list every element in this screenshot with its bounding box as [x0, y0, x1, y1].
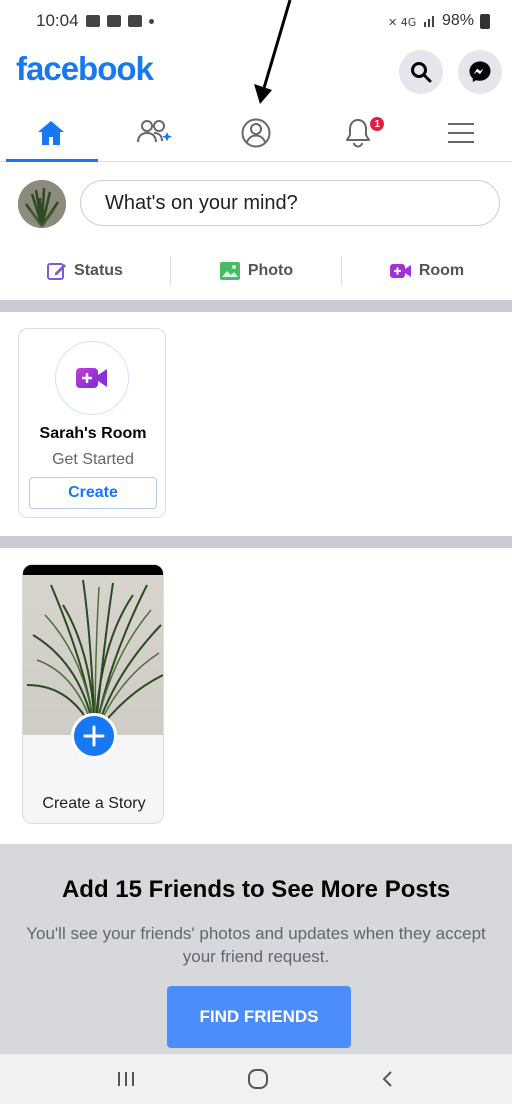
post-composer: What's on your mind?	[0, 172, 512, 238]
add-friends-promo: Add 15 Friends to See More Posts You'll …	[0, 844, 512, 1054]
header: facebook	[0, 44, 512, 100]
profile-icon	[241, 118, 271, 147]
messenger-icon	[469, 61, 491, 82]
plus-icon	[83, 725, 105, 747]
battery-icon	[480, 13, 490, 29]
svg-text:✕ 4G: ✕ 4G	[388, 16, 416, 28]
tab-friends[interactable]	[102, 104, 204, 161]
facebook-logo[interactable]: facebook	[16, 50, 154, 88]
home-nav-icon[interactable]	[246, 1067, 270, 1091]
plant-photo-image	[23, 565, 163, 736]
more-notifications-icon	[148, 18, 154, 24]
plant-avatar-image	[18, 180, 66, 228]
create-story-card[interactable]: Create a Story	[22, 564, 164, 824]
story-photo	[23, 565, 163, 736]
battery-percent: 98%	[441, 12, 474, 29]
messenger-button[interactable]	[458, 50, 502, 94]
edit-status-icon	[47, 263, 67, 280]
tab-menu[interactable]	[410, 104, 512, 161]
tab-home[interactable]	[0, 104, 102, 162]
signal-icon: ✕ 4G	[388, 16, 434, 28]
tab-notifications[interactable]: 1	[307, 104, 409, 161]
promo-title: Add 15 Friends to See More Posts	[61, 876, 451, 903]
recent-apps-icon[interactable]	[114, 1069, 138, 1089]
section-divider	[0, 536, 512, 548]
room-subtitle: Get Started	[52, 451, 134, 468]
system-nav-bar	[0, 1054, 512, 1104]
avatar[interactable]	[18, 180, 66, 228]
promo-description: You'll see your friends' photos and upda…	[26, 924, 486, 966]
status-button[interactable]: Status	[0, 261, 170, 281]
room-icon-circle	[55, 341, 129, 415]
whats-on-your-mind-input[interactable]: What's on your mind?	[80, 180, 500, 226]
create-story-label: Create a Story	[42, 795, 146, 812]
status-time: 10:04	[36, 11, 79, 30]
room-card[interactable]: Sarah's Room Get Started Create	[18, 328, 166, 518]
tab-profile[interactable]	[205, 104, 307, 161]
image-notification-icon	[127, 15, 142, 27]
back-icon[interactable]	[378, 1069, 398, 1089]
home-icon	[38, 120, 65, 145]
notification-badge: 1	[369, 116, 386, 132]
create-room-button[interactable]: Create	[29, 477, 157, 509]
menu-icon	[447, 122, 474, 143]
photo-button[interactable]: Photo	[171, 261, 341, 281]
section-divider	[0, 300, 512, 312]
friends-icon	[136, 119, 172, 142]
room-title: Sarah's Room	[39, 425, 147, 442]
main-tab-bar: 1	[0, 104, 512, 162]
room-button[interactable]: Room	[342, 262, 512, 280]
search-button[interactable]	[399, 50, 443, 94]
video-room-icon	[76, 368, 107, 388]
message-notification-icon	[85, 15, 100, 27]
video-room-icon	[389, 264, 411, 278]
photo-icon	[219, 262, 240, 280]
composer-actions: Status Photo Room	[0, 246, 512, 296]
weather-notification-icon	[106, 15, 121, 27]
find-friends-button[interactable]: FIND FRIENDS	[167, 986, 351, 1048]
add-story-button[interactable]	[71, 713, 117, 759]
search-icon	[411, 62, 432, 83]
